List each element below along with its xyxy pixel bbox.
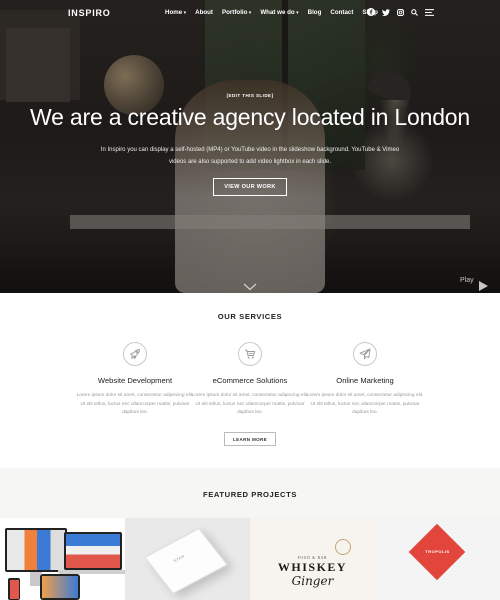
- view-our-work-button[interactable]: VIEW OUR WORK: [213, 178, 287, 196]
- hero-title: We are a creative agency located in Lond…: [30, 104, 470, 130]
- project-whiskey-ginger[interactable]: FOOD & BAR WHISKEY Ginger: [250, 518, 375, 600]
- project-title: WHISKEY: [277, 560, 348, 574]
- nav-item-about[interactable]: About: [195, 9, 213, 16]
- nav-item-home[interactable]: Home: [165, 9, 186, 16]
- project-script-title: Ginger: [291, 574, 334, 588]
- twitter-icon[interactable]: [381, 7, 391, 17]
- learn-more-button[interactable]: LEARN MORE: [224, 432, 276, 446]
- service-website-development: Website Development Lorem ipsum dolor si…: [75, 342, 195, 418]
- seal-icon: [335, 539, 351, 555]
- book-image: STAR: [144, 528, 228, 594]
- paper-plane-icon: [353, 342, 377, 366]
- project-devices-mockup[interactable]: [0, 518, 125, 600]
- nav-item-portfolio[interactable]: Portfolio: [222, 9, 251, 16]
- service-text: Lorem ipsum dolor sit amet, consectetur …: [191, 393, 309, 416]
- book-label: STAR: [172, 553, 186, 564]
- service-ecommerce-solutions: eCommerce Solutions Lorem ipsum dolor si…: [190, 342, 310, 418]
- service-online-marketing: Online Marketing Lorem ipsum dolor sit a…: [305, 342, 425, 418]
- nav-item-blog[interactable]: Blog: [308, 9, 322, 16]
- hero-slide: INSPIRO Home About Portfolio What we do …: [0, 0, 500, 293]
- play-icon[interactable]: [479, 278, 488, 293]
- service-title: eCommerce Solutions: [212, 376, 288, 385]
- service-title: Website Development: [97, 376, 173, 385]
- menu-icon[interactable]: [424, 7, 434, 17]
- site-logo[interactable]: INSPIRO: [68, 8, 111, 18]
- service-title: Online Marketing: [336, 376, 394, 385]
- cart-icon: [238, 342, 262, 366]
- services-heading: OUR SERVICES: [217, 312, 283, 321]
- nav-icons: [366, 7, 439, 17]
- phone-image: [8, 578, 20, 600]
- imac-image: [5, 528, 67, 572]
- hero-content: [EDIT THIS SLIDE] We are a creative agen…: [0, 93, 500, 196]
- project-book-mockup[interactable]: STAR: [125, 518, 250, 600]
- search-icon[interactable]: [410, 7, 420, 17]
- play-label[interactable]: Play: [460, 277, 474, 284]
- project-tropolis[interactable]: TROPOLIS: [375, 518, 500, 600]
- chevron-down-icon[interactable]: [243, 278, 257, 293]
- project-label: TROPOLIS: [425, 549, 450, 554]
- laptop-image: [64, 532, 122, 570]
- top-nav: INSPIRO Home About Portfolio What we do …: [0, 0, 500, 26]
- instagram-icon[interactable]: [395, 7, 405, 17]
- facebook-icon[interactable]: [366, 7, 376, 17]
- service-text: Lorem ipsum dolor sit amet, consectetur …: [76, 393, 194, 416]
- rocket-icon: [123, 342, 147, 366]
- main-menu: Home About Portfolio What we do Blog Con…: [165, 9, 387, 16]
- tablet-image: [40, 574, 80, 600]
- featured-heading: FEATURED PROJECTS: [202, 490, 298, 499]
- nav-item-contact[interactable]: Contact: [330, 9, 353, 16]
- service-text: Lorem ipsum dolor sit amet, consectetur …: [306, 393, 424, 416]
- edit-slide-link[interactable]: [EDIT THIS SLIDE]: [0, 93, 500, 98]
- nav-item-what-we-do[interactable]: What we do: [260, 9, 298, 16]
- hero-description: In Inspiro you can display a self-hosted…: [100, 147, 400, 165]
